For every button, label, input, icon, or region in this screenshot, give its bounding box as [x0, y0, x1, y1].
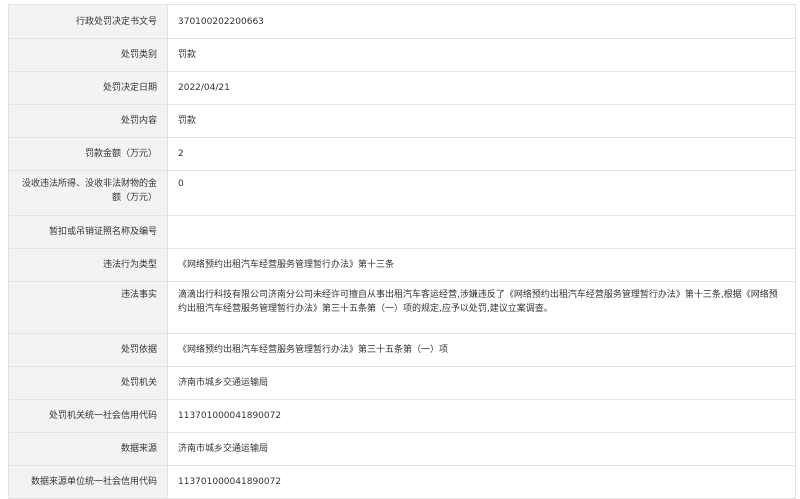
row-label-violation-type: 违法行为类型 — [8, 248, 168, 282]
table-row: 处罚机关统一社会信用代码 11370100004189007​2 — [8, 399, 796, 433]
row-value-penalty-authority: 济南市城乡交通运输局 — [167, 366, 796, 400]
table-row: 数据来源 济南市城乡交通运输局 — [8, 432, 796, 466]
row-value-penalty-category: 罚款 — [167, 38, 796, 72]
row-label-data-source: 数据来源 — [8, 432, 168, 466]
row-value-decision-date: 2022/04/21 — [167, 71, 796, 105]
row-value-source-credit-code: 113701000041890072 — [167, 465, 796, 499]
row-value-data-source: 济南市城乡交通运输局 — [167, 432, 796, 466]
row-value-confiscation-amount: 0 — [167, 170, 796, 216]
row-value-violation-type: 《网络预约出租汽车经营服务管理暂行办法》第十三条 — [167, 248, 796, 282]
row-label-penalty-content: 处罚内容 — [8, 104, 168, 138]
row-value-penalty-content: 罚款 — [167, 104, 796, 138]
row-label-confiscation-amount: 没收违法所得、没收非法财物的金额（万元） — [8, 170, 168, 216]
table-row: 处罚决定日期 2022/04/21 — [8, 71, 796, 105]
penalty-detail-panel: 行政处罚决定书文号 370100202200663 处罚类别 罚款 处罚决定日期… — [8, 4, 796, 499]
row-value-decision-number: 370100202200663 — [167, 4, 796, 39]
row-value-penalty-basis: 《网络预约出租汽车经营服务管理暂行办法》第三十五条第（一）项 — [167, 333, 796, 367]
table-row: 处罚机关 济南市城乡交通运输局 — [8, 366, 796, 400]
table-row: 处罚类别 罚款 — [8, 38, 796, 72]
table-row: 违法行为类型 《网络预约出租汽车经营服务管理暂行办法》第十三条 — [8, 248, 796, 282]
table-row: 暂扣或吊销证照名称及编号 — [8, 215, 796, 249]
row-label-source-credit-code: 数据来源单位统一社会信用代码 — [8, 465, 168, 499]
row-label-fine-amount: 罚款金额（万元） — [8, 137, 168, 171]
penalty-detail-table: 行政处罚决定书文号 370100202200663 处罚类别 罚款 处罚决定日期… — [8, 4, 796, 499]
table-row: 行政处罚决定书文号 370100202200663 — [8, 4, 796, 39]
row-value-license-revoked — [167, 215, 796, 249]
table-row: 处罚依据 《网络预约出租汽车经营服务管理暂行办法》第三十五条第（一）项 — [8, 333, 796, 367]
table-row: 罚款金额（万元） 2 — [8, 137, 796, 171]
row-value-authority-credit-code: 11370100004189007​2 — [167, 399, 796, 433]
table-row: 处罚内容 罚款 — [8, 104, 796, 138]
row-value-violation-facts: 滴滴出行科技有限公司济南分公司未经许可擅自从事出租汽车客运经营,涉嫌违反了《网络… — [167, 281, 796, 334]
row-value-fine-amount: 2 — [167, 137, 796, 171]
row-label-decision-number: 行政处罚决定书文号 — [8, 4, 168, 39]
row-label-violation-facts: 违法事实 — [8, 281, 168, 334]
table-row: 没收违法所得、没收非法财物的金额（万元） 0 — [8, 170, 796, 216]
row-label-license-revoked: 暂扣或吊销证照名称及编号 — [8, 215, 168, 249]
row-label-penalty-category: 处罚类别 — [8, 38, 168, 72]
table-row: 数据来源单位统一社会信用代码 113701000041890072 — [8, 465, 796, 499]
row-label-authority-credit-code: 处罚机关统一社会信用代码 — [8, 399, 168, 433]
row-label-decision-date: 处罚决定日期 — [8, 71, 168, 105]
row-label-penalty-authority: 处罚机关 — [8, 366, 168, 400]
table-row: 违法事实 滴滴出行科技有限公司济南分公司未经许可擅自从事出租汽车客运经营,涉嫌违… — [8, 281, 796, 334]
row-label-penalty-basis: 处罚依据 — [8, 333, 168, 367]
